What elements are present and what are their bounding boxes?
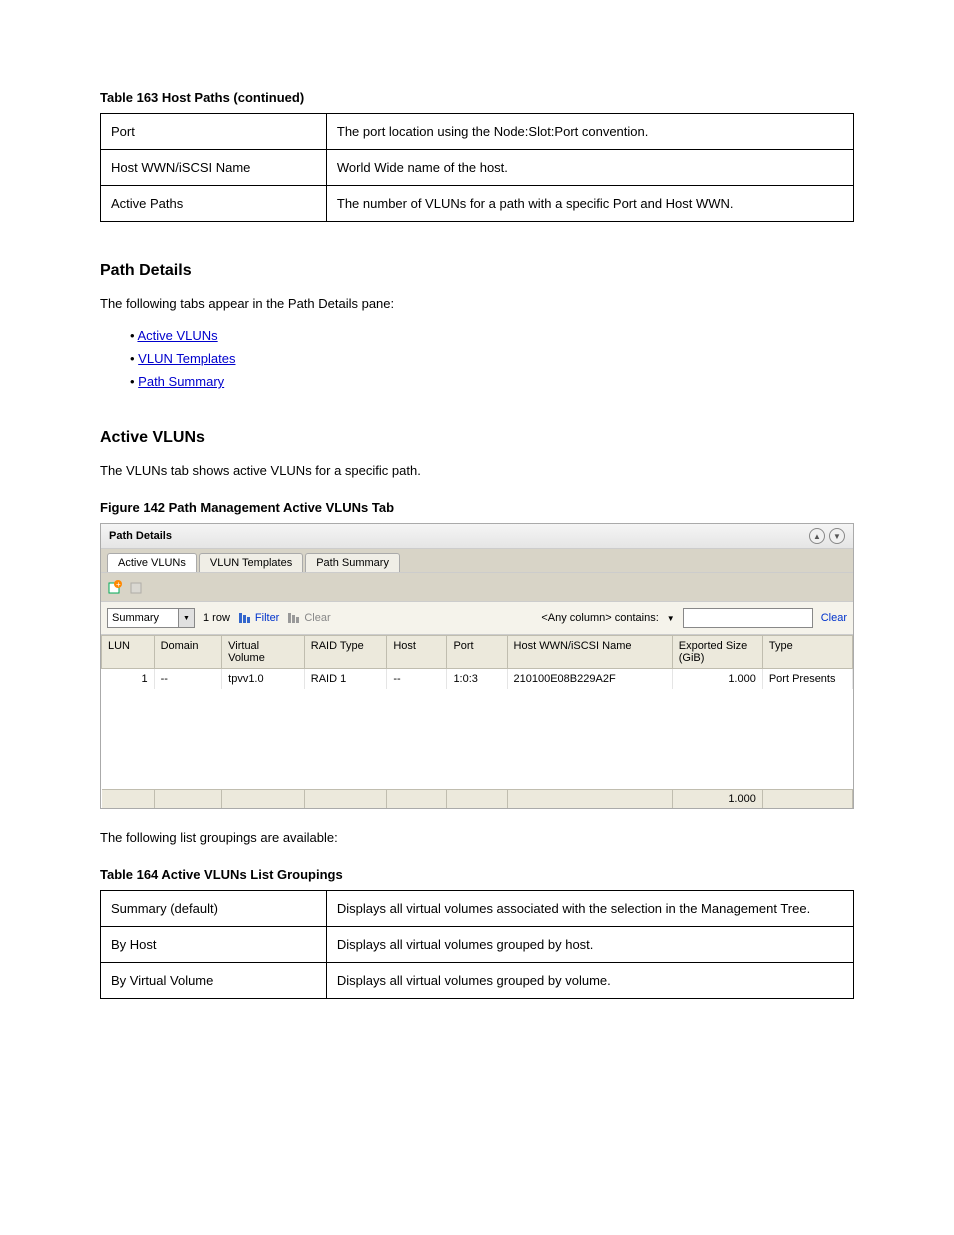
figure-caption: Figure 142 Path Management Active VLUNs …	[100, 500, 854, 515]
grid-header-row: LUN Domain Virtual Volume RAID Type Host…	[102, 636, 853, 669]
cell-label: Active Paths	[101, 186, 327, 222]
cell-type: Port Presents	[762, 669, 852, 690]
link-path-summary[interactable]: Path Summary	[138, 374, 224, 389]
clear-filter-button[interactable]: Clear	[287, 612, 330, 624]
col-type[interactable]: Type	[762, 636, 852, 669]
cell-desc: Displays all virtual volumes grouped by …	[326, 927, 853, 963]
any-column-label: <Any column> contains:	[541, 612, 658, 624]
link-list: • Active VLUNs • VLUN Templates • Path S…	[130, 328, 854, 389]
cell-desc: The port location using the Node:Slot:Po…	[326, 114, 853, 150]
table-row: By Host Displays all virtual volumes gro…	[101, 927, 854, 963]
search-input[interactable]	[683, 608, 813, 628]
chevron-down-icon[interactable]: ▼	[667, 614, 675, 623]
table-row: Port The port location using the Node:Sl…	[101, 114, 854, 150]
path-details-intro: The following tabs appear in the Path De…	[100, 295, 854, 313]
cell-port: 1:0:3	[447, 669, 507, 690]
col-virtual-volume[interactable]: Virtual Volume	[222, 636, 305, 669]
table-163-caption: Table 163 Host Paths (continued)	[100, 90, 854, 105]
table-164-caption: Table 164 Active VLUNs List Groupings	[100, 867, 854, 882]
cell-desc: World Wide name of the host.	[326, 150, 853, 186]
grid-row[interactable]: 1 -- tpvv1.0 RAID 1 -- 1:0:3 210100E08B2…	[102, 669, 853, 690]
cell-vv: tpvv1.0	[222, 669, 305, 690]
cell-desc: Displays all virtual volumes associated …	[326, 891, 853, 927]
table-row: Active Paths The number of VLUNs for a p…	[101, 186, 854, 222]
cell-wwn: 210100E08B229A2F	[507, 669, 672, 690]
panel-title-bar: Path Details ▲ ▼	[101, 524, 853, 549]
table-row: Host WWN/iSCSI Name World Wide name of t…	[101, 150, 854, 186]
table-164: Summary (default) Displays all virtual v…	[100, 890, 854, 999]
col-raid-type[interactable]: RAID Type	[304, 636, 387, 669]
col-port[interactable]: Port	[447, 636, 507, 669]
path-details-panel: Path Details ▲ ▼ Active VLUNs VLUN Templ…	[100, 523, 854, 809]
active-vluns-heading: Active VLUNs	[100, 429, 854, 447]
chevron-down-icon[interactable]: ▼	[178, 609, 194, 627]
col-domain[interactable]: Domain	[154, 636, 222, 669]
tab-active-vluns[interactable]: Active VLUNs	[107, 553, 197, 572]
tab-path-summary[interactable]: Path Summary	[305, 553, 400, 572]
vlun-grid: LUN Domain Virtual Volume RAID Type Host…	[101, 635, 853, 808]
filter-row: ▼ 1 row Filter Clear <Any column> contai…	[101, 602, 853, 635]
clear-filter-icon	[287, 612, 301, 624]
cell-lun: 1	[102, 669, 155, 690]
cell-label: By Host	[101, 927, 327, 963]
cell-label: By Virtual Volume	[101, 963, 327, 999]
link-active-vluns[interactable]: Active VLUNs	[137, 328, 217, 343]
grouping-combo[interactable]: ▼	[107, 608, 195, 628]
col-wwn[interactable]: Host WWN/iSCSI Name	[507, 636, 672, 669]
clear-search-button[interactable]: Clear	[821, 612, 847, 624]
link-vlun-templates[interactable]: VLUN Templates	[138, 351, 235, 366]
cell-host: --	[387, 669, 447, 690]
col-host[interactable]: Host	[387, 636, 447, 669]
panel-title: Path Details	[109, 530, 809, 542]
cell-label: Host WWN/iSCSI Name	[101, 150, 327, 186]
unexport-icon[interactable]	[129, 579, 145, 595]
svg-text:+: +	[116, 580, 121, 589]
grid-footer-row: 1.000	[102, 789, 853, 808]
grouping-input[interactable]	[108, 610, 178, 626]
cell-raid: RAID 1	[304, 669, 387, 690]
cell-label: Port	[101, 114, 327, 150]
row-count-label: 1 row	[203, 612, 230, 624]
export-icon[interactable]: +	[107, 579, 123, 595]
col-exported-size[interactable]: Exported Size (GiB)	[672, 636, 762, 669]
cell-desc: Displays all virtual volumes grouped by …	[326, 963, 853, 999]
list-groupings-text: The following list groupings are availab…	[100, 829, 854, 847]
cell-desc: The number of VLUNs for a path with a sp…	[326, 186, 853, 222]
cell-size: 1.000	[672, 669, 762, 690]
cell-domain: --	[154, 669, 222, 690]
filter-button[interactable]: Filter	[238, 612, 279, 624]
table-row: Summary (default) Displays all virtual v…	[101, 891, 854, 927]
path-details-heading: Path Details	[100, 262, 854, 280]
cell-label: Summary (default)	[101, 891, 327, 927]
active-vluns-text: The VLUNs tab shows active VLUNs for a s…	[100, 462, 854, 480]
tab-vlun-templates[interactable]: VLUN Templates	[199, 553, 303, 572]
collapse-up-icon[interactable]: ▲	[809, 528, 825, 544]
col-lun[interactable]: LUN	[102, 636, 155, 669]
table-163: Port The port location using the Node:Sl…	[100, 113, 854, 222]
tab-bar: Active VLUNs VLUN Templates Path Summary	[101, 549, 853, 573]
collapse-down-icon[interactable]: ▼	[829, 528, 845, 544]
toolbar: +	[101, 573, 853, 602]
table-row: By Virtual Volume Displays all virtual v…	[101, 963, 854, 999]
footer-total: 1.000	[672, 789, 762, 808]
filter-icon	[238, 612, 252, 624]
